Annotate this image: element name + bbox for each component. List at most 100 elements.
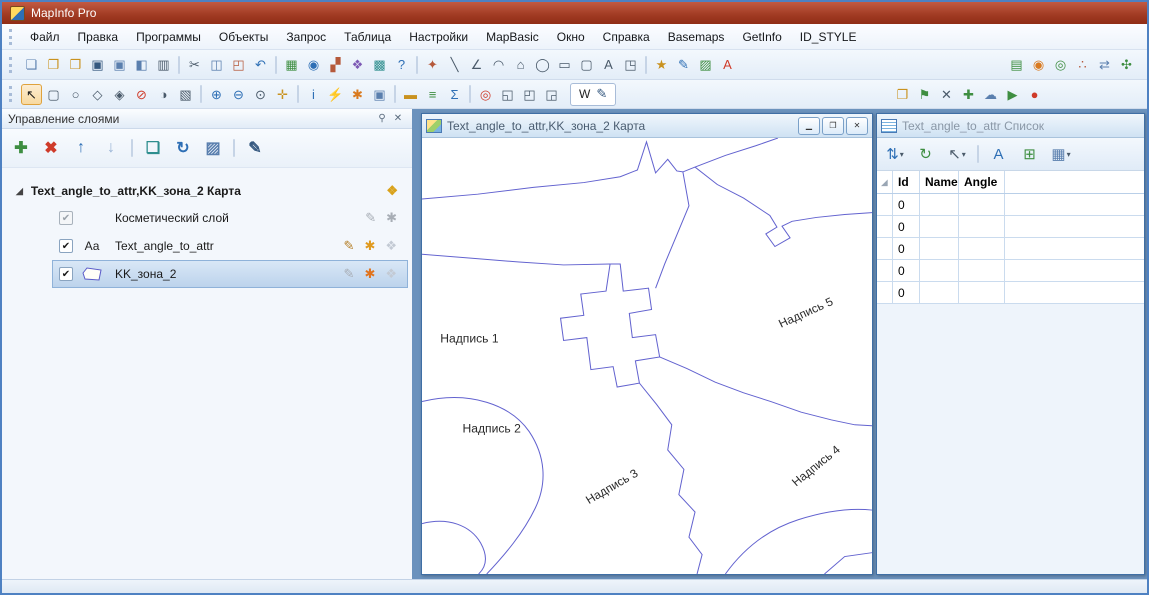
rectangle-tool-icon[interactable]: ▭ bbox=[554, 54, 575, 75]
set-clip-region-icon[interactable]: ◰ bbox=[519, 84, 540, 105]
table-row[interactable]: 0 bbox=[877, 260, 1144, 282]
save-window-as-icon[interactable]: ◧ bbox=[131, 54, 152, 75]
toolbar-separator[interactable] bbox=[416, 56, 418, 74]
column-header-angle[interactable]: Angle bbox=[959, 171, 1005, 193]
new-mapper-icon[interactable]: ◉ bbox=[303, 54, 324, 75]
radius-select-icon[interactable]: ○ bbox=[65, 84, 86, 105]
collapse-expander-icon[interactable]: ◢ bbox=[16, 186, 23, 197]
menu-basemaps[interactable]: Basemaps bbox=[659, 27, 734, 47]
map-window[interactable]: Text_angle_to_attr,KK_зона_2 Карта ▁❐✕ bbox=[421, 113, 873, 575]
menu-programs[interactable]: Программы bbox=[127, 27, 210, 47]
pick-fields-button[interactable]: ▦ ▾ bbox=[1047, 142, 1075, 166]
save-workspace-icon[interactable]: ▣ bbox=[109, 54, 130, 75]
browser-window-titlebar[interactable]: Text_angle_to_attr Список bbox=[877, 114, 1144, 138]
table-row[interactable]: 0 bbox=[877, 282, 1144, 304]
region-style-icon[interactable]: ▨ bbox=[695, 54, 716, 75]
undo-icon[interactable]: ↶ bbox=[250, 54, 271, 75]
add-tool-icon[interactable]: ✚ bbox=[958, 84, 979, 105]
layer-row-cosmetic[interactable]: ✔ Косметический слой ✎ ✱ bbox=[52, 204, 408, 232]
layer-visibility-checkbox[interactable]: ✔ bbox=[59, 267, 73, 281]
open-dbms-icon[interactable]: ▤ bbox=[1006, 54, 1027, 75]
create-points-icon[interactable]: ∴ bbox=[1072, 54, 1093, 75]
legend-icon[interactable]: ≡ bbox=[422, 84, 443, 105]
remove-layer-icon[interactable]: ✖ bbox=[38, 135, 64, 161]
minimize-button[interactable]: ▁ bbox=[798, 117, 820, 135]
angle-cell[interactable] bbox=[959, 194, 1005, 215]
layer-visibility-checkbox[interactable]: ✔ bbox=[59, 211, 73, 225]
line-tool-icon[interactable]: ╲ bbox=[444, 54, 465, 75]
menu-query[interactable]: Запрос bbox=[277, 27, 335, 47]
new-browser-icon[interactable]: ▦ bbox=[281, 54, 302, 75]
restore-button[interactable]: ❐ bbox=[822, 117, 844, 135]
name-cell[interactable] bbox=[920, 260, 959, 281]
toolbar-separator[interactable] bbox=[200, 85, 202, 103]
menu-file[interactable]: Файл bbox=[21, 27, 69, 47]
layer-tag-icon[interactable]: ❖ bbox=[385, 266, 397, 282]
layer-row-text-angle-to-attr[interactable]: ✔ Аа Text_angle_to_attr ✎ ✱ ❖ bbox=[52, 232, 408, 260]
toolbar-separator[interactable] bbox=[394, 85, 396, 103]
move-layer-up-icon[interactable]: ↑ bbox=[68, 135, 94, 161]
ruler-icon[interactable]: ▬ bbox=[400, 84, 421, 105]
copy-icon[interactable]: ◫ bbox=[206, 54, 227, 75]
add-field-button[interactable]: ⊞ bbox=[1016, 142, 1044, 166]
layer-tag-icon[interactable]: ❖ bbox=[386, 183, 398, 199]
help-icon[interactable]: ? bbox=[391, 54, 412, 75]
id-cell[interactable]: 0 bbox=[893, 194, 920, 215]
menu-getinfo[interactable]: GetInfo bbox=[733, 27, 790, 47]
autolabel-icon[interactable]: ✱ bbox=[364, 266, 375, 282]
title-bar[interactable]: MapInfo Pro bbox=[2, 2, 1147, 24]
cut-icon[interactable]: ✂ bbox=[184, 54, 205, 75]
refresh-view-icon[interactable]: ↻ bbox=[170, 135, 196, 161]
assign-selected-icon[interactable]: ◱ bbox=[497, 84, 518, 105]
row-selector-cell[interactable] bbox=[877, 260, 893, 281]
angle-cell[interactable] bbox=[959, 282, 1005, 303]
menu-mapbasic[interactable]: MapBasic bbox=[477, 27, 548, 47]
name-cell[interactable] bbox=[920, 282, 959, 303]
universal-translator-icon[interactable]: ⇄ bbox=[1094, 54, 1115, 75]
select-all-corner[interactable]: ◢ bbox=[877, 171, 893, 193]
toolbar-separator[interactable] bbox=[178, 56, 180, 74]
text-style-button[interactable]: A bbox=[985, 142, 1013, 166]
edit-layer-icon[interactable]: ✎ bbox=[344, 266, 355, 282]
select-mode-button[interactable]: ↖ ▾ bbox=[943, 142, 971, 166]
layer-row-kk-zona-2[interactable]: ✔ KK_зона_2 ✎ ✱ ❖ bbox=[52, 260, 408, 288]
autolabel-icon[interactable]: ✱ bbox=[364, 238, 375, 254]
symbol-tool-icon[interactable]: ✦ bbox=[422, 54, 443, 75]
open-web-service-icon[interactable]: ◉ bbox=[1028, 54, 1049, 75]
row-selector-cell[interactable] bbox=[877, 216, 893, 237]
table-row[interactable]: 0 bbox=[877, 216, 1144, 238]
change-view-icon[interactable]: ⊙ bbox=[250, 84, 271, 105]
column-header-id[interactable]: Id bbox=[893, 171, 920, 193]
name-cell[interactable] bbox=[920, 216, 959, 237]
cloud-tool-icon[interactable]: ☁ bbox=[980, 84, 1001, 105]
print-icon[interactable]: ▥ bbox=[153, 54, 174, 75]
new-table-icon[interactable]: ❏ bbox=[21, 54, 42, 75]
tool-manager-icon[interactable]: ❐ bbox=[892, 84, 913, 105]
id-cell[interactable]: 0 bbox=[893, 238, 920, 259]
info-tool-icon[interactable]: i bbox=[303, 84, 324, 105]
new-grapher-icon[interactable]: ▞ bbox=[325, 54, 346, 75]
marquee-select-icon[interactable]: ▢ bbox=[43, 84, 64, 105]
toolbar-separator[interactable] bbox=[297, 85, 299, 103]
open-table-icon[interactable]: ❐ bbox=[43, 54, 64, 75]
edit-layer-icon[interactable]: ✎ bbox=[365, 210, 376, 226]
menu-help[interactable]: Справка bbox=[594, 27, 659, 47]
sort-filter-button[interactable]: ⇅ ▾ bbox=[881, 142, 909, 166]
browser-window[interactable]: Text_angle_to_attr Список ⇅ ▾ ↻ bbox=[876, 113, 1145, 575]
zoom-in-icon[interactable]: ⊕ bbox=[206, 84, 227, 105]
paste-icon[interactable]: ◰ bbox=[228, 54, 249, 75]
remove-tool-icon[interactable]: ✕ bbox=[936, 84, 957, 105]
id-cell[interactable]: 0 bbox=[893, 216, 920, 237]
menu-objects[interactable]: Объекты bbox=[210, 27, 278, 47]
new-redistricter-icon[interactable]: ▩ bbox=[369, 54, 390, 75]
set-target-district-icon[interactable]: ◎ bbox=[475, 84, 496, 105]
edit-layer-icon[interactable]: ✎ bbox=[344, 238, 355, 254]
auto-hide-pin-icon[interactable]: ⚲ bbox=[374, 111, 390, 126]
text-style-icon[interactable]: A bbox=[717, 54, 738, 75]
polygon-tool-icon[interactable]: ⌂ bbox=[510, 54, 531, 75]
label-setup-icon[interactable]: ✎ bbox=[242, 135, 268, 161]
record-icon[interactable]: ● bbox=[1024, 84, 1045, 105]
label-tool-icon[interactable]: ✱ bbox=[347, 84, 368, 105]
close-panel-icon[interactable]: ✕ bbox=[390, 111, 406, 126]
table-row[interactable]: 0 bbox=[877, 194, 1144, 216]
